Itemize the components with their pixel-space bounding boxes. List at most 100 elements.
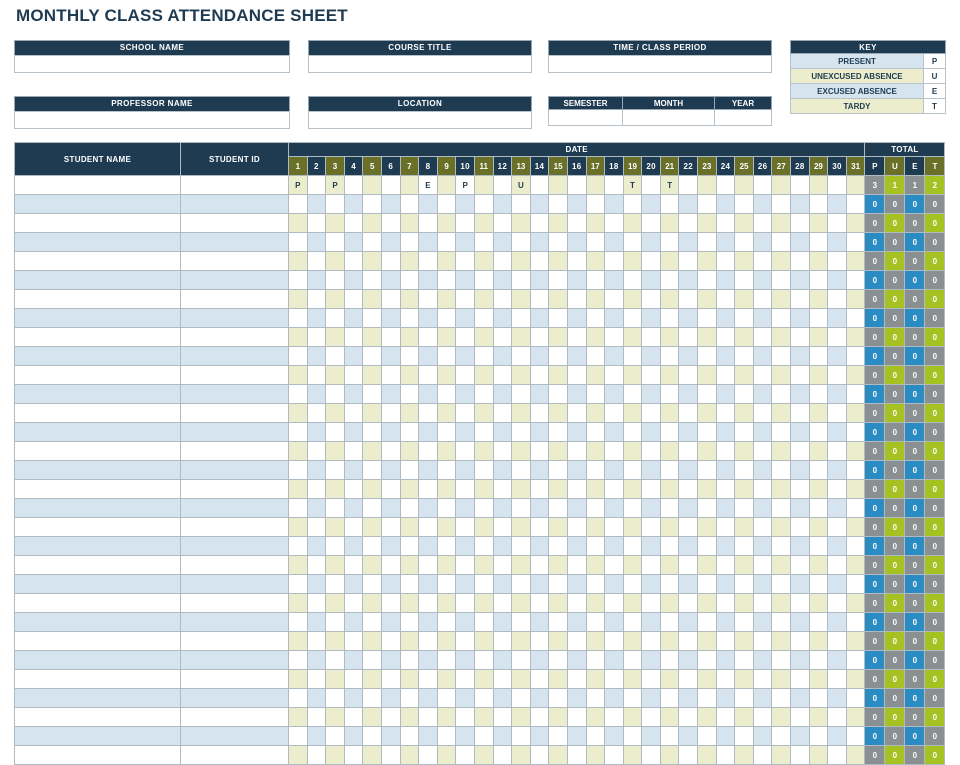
cell-day-23[interactable] [697, 631, 717, 651]
cell-day-10[interactable] [455, 631, 475, 651]
cell-day-8[interactable] [418, 726, 438, 746]
cell-day-18[interactable] [604, 612, 624, 632]
cell-day-14[interactable] [529, 536, 550, 556]
cell-day-24[interactable] [715, 460, 736, 480]
cell-day-13[interactable] [511, 232, 531, 252]
cell-day-5[interactable] [362, 688, 382, 708]
cell-day-7[interactable] [399, 726, 420, 746]
cell-day-6[interactable] [380, 175, 401, 195]
cell-day-18[interactable] [604, 403, 624, 423]
cell-day-10[interactable] [455, 688, 475, 708]
cell-day-9[interactable] [436, 688, 457, 708]
cell-day-26[interactable] [752, 289, 773, 309]
cell-day-3[interactable] [325, 707, 345, 727]
cell-day-14[interactable] [529, 688, 550, 708]
cell-day-29[interactable] [808, 270, 829, 290]
cell-day-11[interactable] [473, 422, 494, 442]
cell-day-26[interactable] [752, 555, 773, 575]
cell-day-13[interactable] [511, 536, 531, 556]
cell-day-13[interactable] [511, 422, 531, 442]
cell-day-13[interactable] [511, 707, 531, 727]
cell-day-22[interactable] [678, 194, 699, 214]
cell-day-29[interactable] [808, 517, 829, 537]
cell-day-11[interactable] [473, 232, 494, 252]
cell-day-11[interactable] [473, 479, 494, 499]
cell-day-21[interactable] [659, 574, 680, 594]
cell-day-4[interactable] [343, 384, 364, 404]
cell-day-19[interactable] [622, 574, 643, 594]
cell-day-1[interactable] [288, 536, 308, 556]
cell-day-3[interactable] [325, 669, 345, 689]
cell-day-24[interactable] [715, 403, 736, 423]
cell-day-27[interactable] [771, 251, 792, 271]
cell-day-16[interactable] [566, 327, 587, 347]
cell-student-name[interactable] [14, 289, 181, 309]
cell-day-20[interactable] [641, 213, 661, 233]
cell-day-23[interactable] [697, 498, 717, 518]
cell-day-17[interactable] [585, 631, 606, 651]
cell-student-id[interactable] [180, 251, 289, 271]
cell-day-15[interactable] [548, 631, 568, 651]
cell-student-id[interactable] [180, 308, 289, 328]
cell-day-22[interactable] [678, 745, 699, 765]
cell-day-29[interactable] [808, 650, 829, 670]
cell-day-18[interactable] [604, 441, 624, 461]
cell-day-19[interactable] [622, 289, 643, 309]
cell-student-name[interactable] [14, 612, 181, 632]
cell-day-21[interactable] [659, 745, 680, 765]
cell-student-name[interactable] [14, 631, 181, 651]
cell-day-7[interactable] [399, 346, 420, 366]
cell-day-1[interactable] [288, 612, 308, 632]
cell-day-17[interactable] [585, 726, 606, 746]
cell-day-2[interactable] [306, 422, 327, 442]
cell-day-3[interactable] [325, 384, 345, 404]
cell-day-1[interactable] [288, 593, 308, 613]
cell-day-28[interactable] [790, 707, 810, 727]
cell-day-28[interactable] [790, 593, 810, 613]
cell-day-13[interactable] [511, 289, 531, 309]
cell-day-16[interactable] [566, 650, 587, 670]
cell-day-21[interactable] [659, 517, 680, 537]
cell-day-17[interactable] [585, 498, 606, 518]
cell-day-9[interactable] [436, 745, 457, 765]
cell-day-29[interactable] [808, 346, 829, 366]
cell-day-1[interactable] [288, 327, 308, 347]
cell-day-20[interactable] [641, 745, 661, 765]
cell-day-29[interactable] [808, 213, 829, 233]
cell-day-21[interactable] [659, 422, 680, 442]
cell-day-5[interactable] [362, 631, 382, 651]
cell-day-22[interactable] [678, 308, 699, 328]
cell-day-22[interactable] [678, 536, 699, 556]
cell-day-7[interactable] [399, 289, 420, 309]
cell-day-17[interactable] [585, 365, 606, 385]
cell-day-29[interactable] [808, 498, 829, 518]
cell-day-10[interactable] [455, 498, 475, 518]
cell-day-23[interactable] [697, 365, 717, 385]
cell-day-9[interactable] [436, 593, 457, 613]
cell-day-4[interactable] [343, 650, 364, 670]
cell-day-27[interactable] [771, 232, 792, 252]
cell-day-28[interactable] [790, 308, 810, 328]
cell-day-2[interactable] [306, 498, 327, 518]
cell-day-23[interactable] [697, 422, 717, 442]
cell-day-31[interactable] [845, 232, 866, 252]
cell-student-name[interactable] [14, 403, 181, 423]
cell-day-28[interactable] [790, 270, 810, 290]
cell-day-2[interactable] [306, 289, 327, 309]
cell-day-6[interactable] [380, 555, 401, 575]
cell-student-name[interactable] [14, 517, 181, 537]
cell-student-id[interactable] [180, 612, 289, 632]
cell-day-1[interactable] [288, 422, 308, 442]
cell-student-id[interactable] [180, 479, 289, 499]
cell-day-12[interactable] [492, 745, 513, 765]
cell-day-26[interactable] [752, 213, 773, 233]
cell-student-id[interactable] [180, 593, 289, 613]
cell-day-31[interactable] [845, 631, 866, 651]
cell-day-27[interactable] [771, 422, 792, 442]
cell-day-2[interactable] [306, 479, 327, 499]
cell-day-16[interactable] [566, 270, 587, 290]
cell-day-6[interactable] [380, 251, 401, 271]
cell-day-17[interactable] [585, 707, 606, 727]
cell-day-19[interactable] [622, 707, 643, 727]
cell-day-24[interactable] [715, 308, 736, 328]
